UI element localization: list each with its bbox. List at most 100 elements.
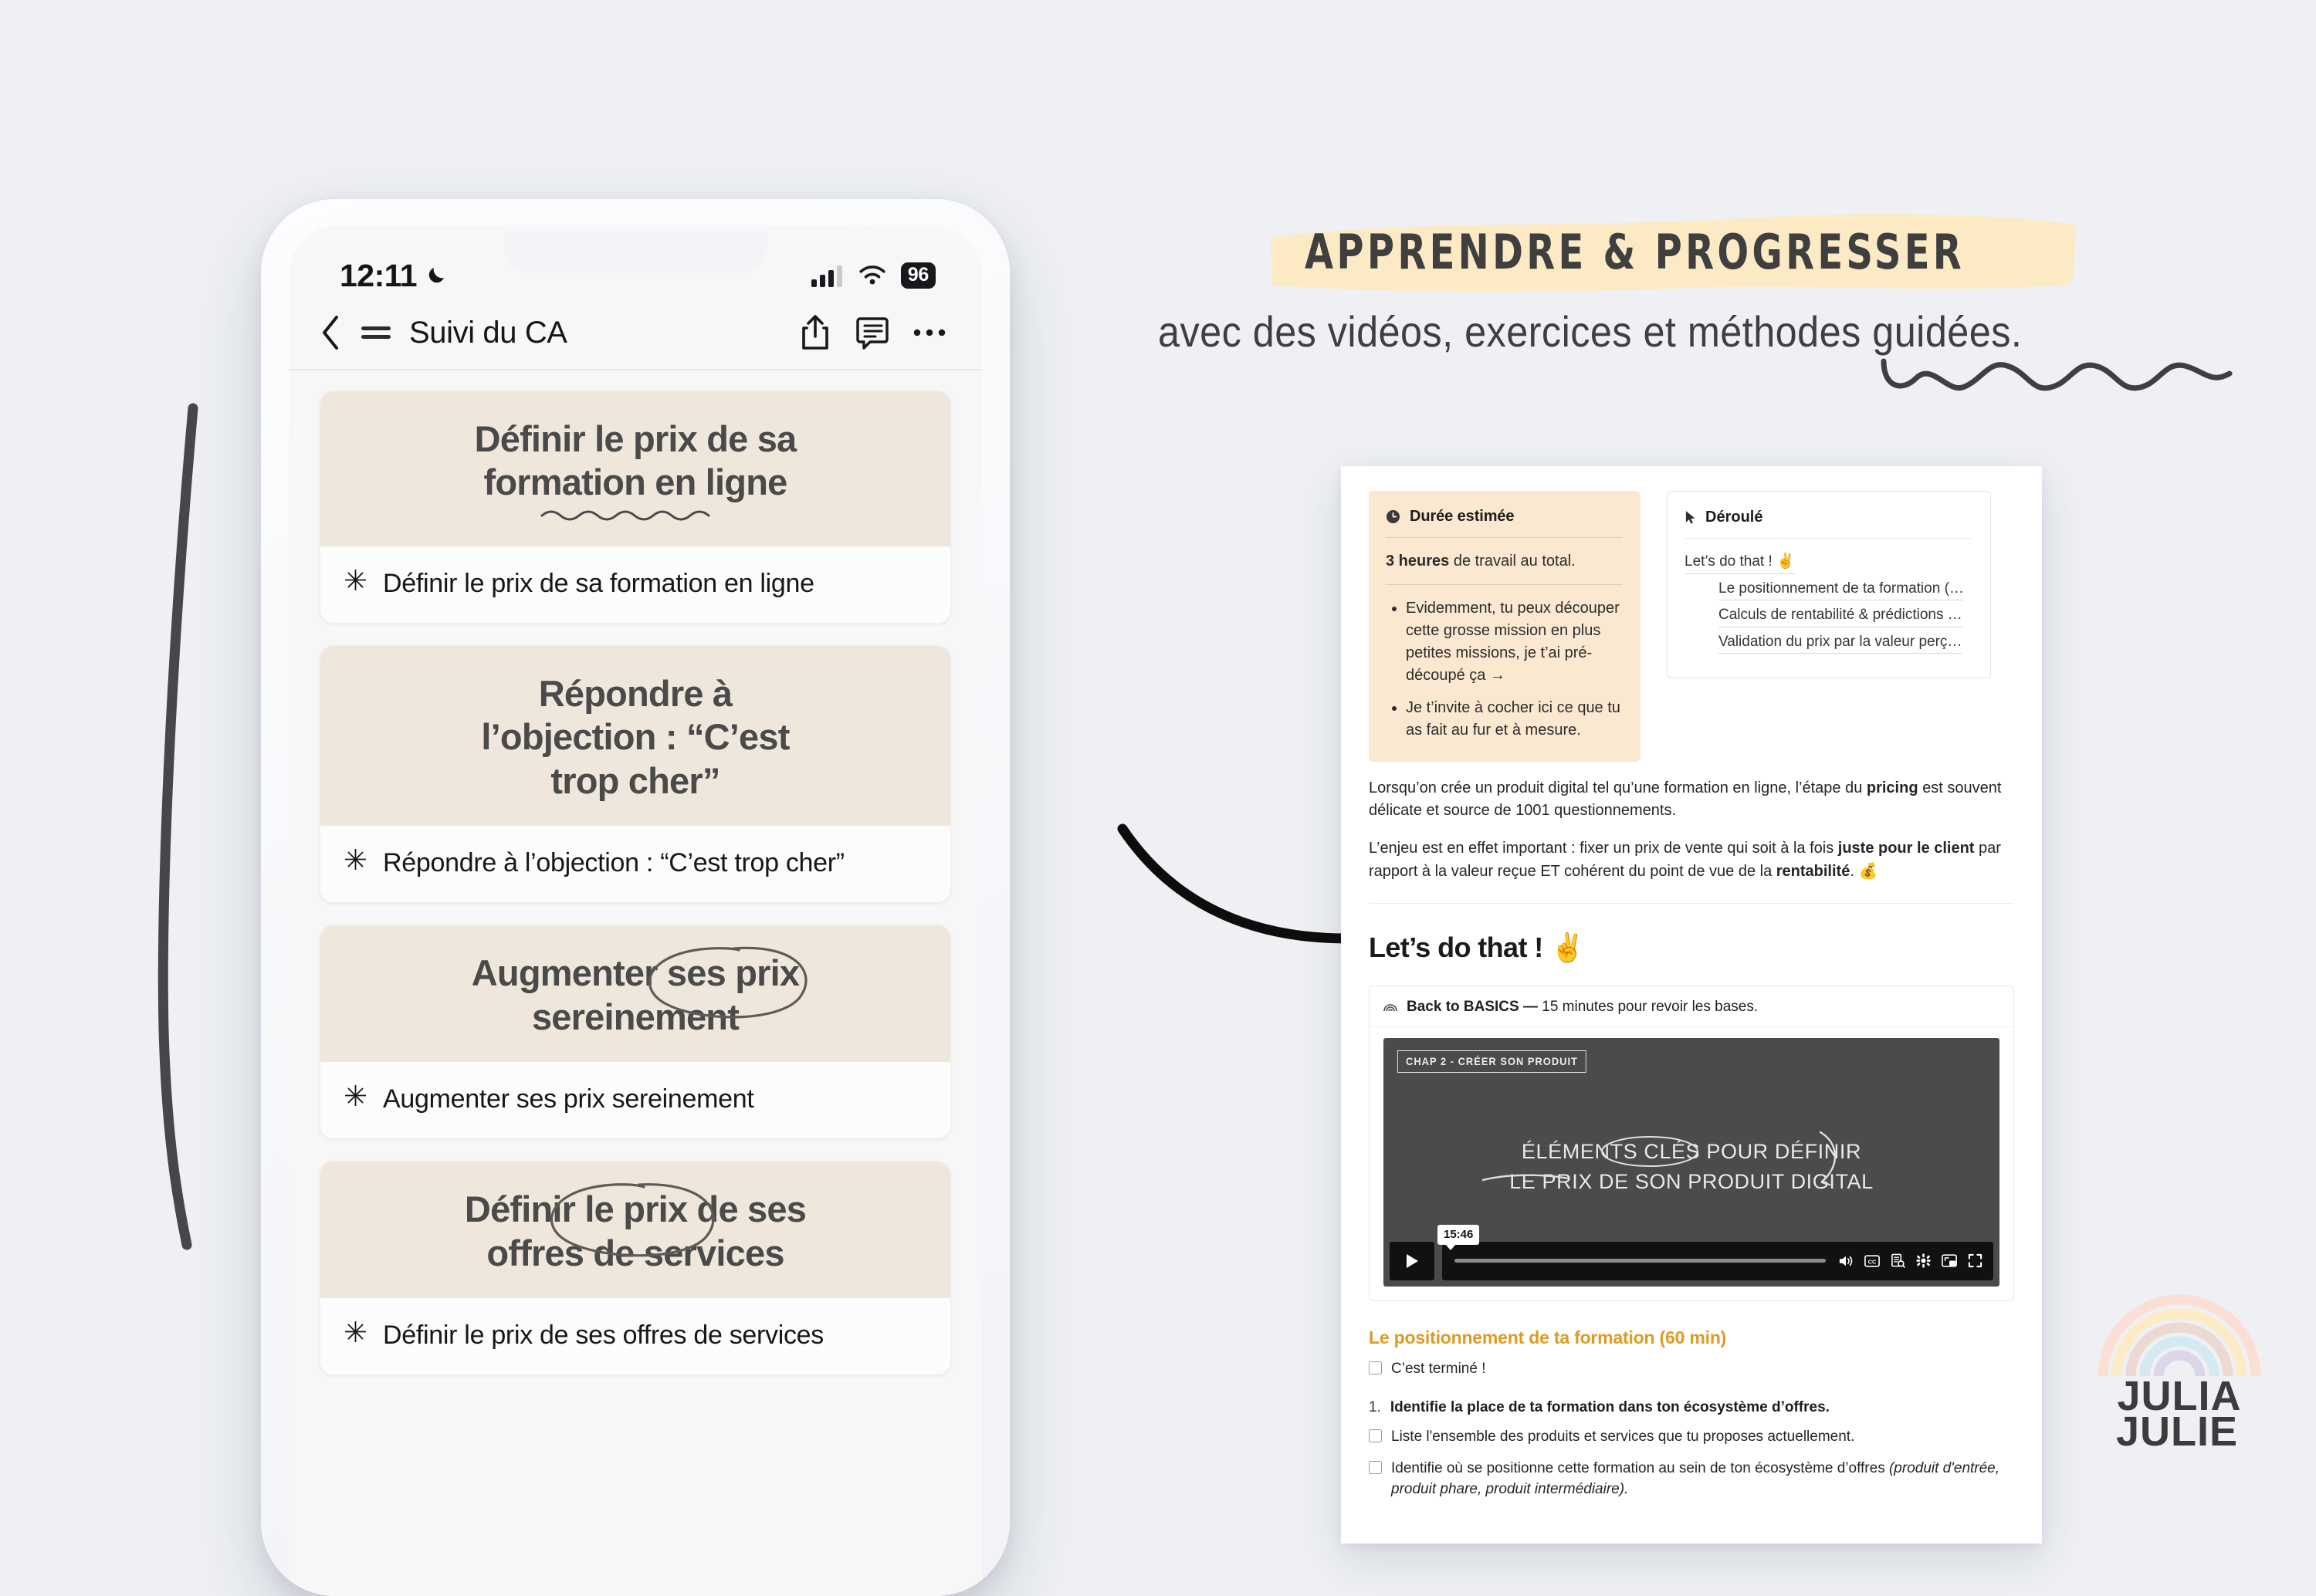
paragraph-text: . 💰 [1850,862,1878,880]
brand-logo: JULIA JULIE [2091,1285,2268,1453]
rainbow-icon [2098,1294,2261,1377]
toc-link[interactable]: Le positionnement de ta formation (… [1718,578,1964,600]
card-cover: Répondre à l’objection : “C’est trop che… [320,646,950,827]
card-row-label: Définir le prix de sa formation en ligne [383,568,814,598]
transcript-icon[interactable] [1891,1253,1905,1269]
outline-toc: Let’s do that ! ✌️ Le positionnement de … [1685,551,1972,658]
cover-line: sereinement [531,996,740,1037]
card-cover: Définir le prix de sa formation en ligne [320,391,950,546]
card-row-label: Augmenter ses prix sereinement [383,1084,754,1114]
course-card[interactable]: Définir le prix de sa formation en ligne… [320,391,951,624]
duration-callout-header: Durée estimée [1386,508,1622,526]
lesson-document-panel: Durée estimée 3 heures de travail au tot… [1341,466,2042,1544]
step-number: 1. [1369,1399,1381,1416]
toc-link[interactable]: Let’s do that ! ✌️ [1685,551,1795,574]
course-card[interactable]: Répondre à l’objection : “C’est trop che… [320,645,951,904]
cover-line: trop cher” [550,759,720,801]
checkbox-row[interactable]: C’est terminé ! [1369,1358,2014,1380]
video-control-icons: CC [1838,1253,1982,1269]
headline-badge-wrap: APPRENDRE & PROGRESSER [1271,214,2077,292]
video-scrubber[interactable] [1454,1259,1826,1263]
settings-gear-icon[interactable] [1916,1253,1931,1268]
checkbox[interactable] [1369,1460,1382,1474]
callout-row: Durée estimée 3 heures de travail au tot… [1369,491,2014,762]
course-card[interactable]: Augmenter ses prix sereinement ✳ Augment… [320,925,951,1140]
play-button[interactable] [1390,1241,1434,1280]
duration-summary: 3 heures de travail au total. [1386,550,1622,573]
card-row-label: Répondre à l’objection : “C’est trop che… [383,848,845,878]
card-cover-title: Augmenter ses prix sereinement [472,947,808,1039]
duration-callout-title: Durée estimée [1410,508,1515,525]
card-cover-title: Définir le prix de ses offres de service… [464,1183,807,1275]
cover-line: Répondre à [538,673,733,714]
share-icon[interactable] [798,313,832,352]
video-player[interactable]: CHAP 2 - CRÉER SON PRODUIT ÉLÉMENTS CLÉS… [1383,1037,1999,1287]
divider [1386,537,1622,538]
hamburger-menu-icon[interactable] [360,321,392,344]
card-row[interactable]: ✳ Définir le prix de sa formation en lig… [320,546,950,623]
phone-body: 12:11 96 Suivi du CA Définir le prix de … [261,199,1010,1596]
svg-text:CC: CC [1868,1258,1877,1265]
checkbox[interactable] [1369,1361,1382,1375]
fullscreen-icon[interactable] [1968,1253,1982,1268]
cover-line: formation en ligne [483,462,788,503]
course-card[interactable]: Définir le prix de ses offres de service… [320,1161,951,1376]
card-row[interactable]: ✳ Définir le prix de ses offres de servi… [320,1298,950,1375]
duration-suffix: de travail au total. [1449,553,1576,570]
checkbox-label: C’est terminé ! [1391,1360,1486,1377]
paragraph-text: L’enjeu est en effet important : fixer u… [1369,840,1838,857]
asterisk-icon: ✳ [344,844,368,877]
more-options-icon[interactable] [913,326,946,340]
card-row[interactable]: ✳ Répondre à l’objection : “C’est trop c… [320,826,950,903]
asterisk-icon: ✳ [344,564,368,597]
card-row[interactable]: ✳ Augmenter ses prix sereinement [320,1062,950,1139]
toc-link[interactable]: Validation du prix par la valeur perç… [1718,631,1962,654]
section-heading: Let’s do that ! ✌️ [1369,931,1585,963]
outline-callout-header: Déroulé [1685,509,1972,526]
phone-screen: 12:11 96 Suivi du CA Définir le prix de … [289,225,982,1596]
logo-wordmark: JULIA JULIE [2091,1375,2268,1453]
clock-icon [1386,509,1400,524]
video-card-header: Back to BASICS — 15 minutes pour revoir … [1370,986,2013,1027]
moon-icon [428,268,445,283]
bracket-line [157,403,198,1250]
outline-callout: Déroulé Let’s do that ! ✌️ Le positionne… [1667,491,1991,678]
checkbox-row[interactable]: Liste l'ensemble des produits et service… [1369,1426,2014,1448]
play-icon [1407,1253,1418,1268]
squiggle-underline-icon [540,510,710,521]
volume-icon[interactable] [1838,1254,1854,1268]
asterisk-icon: ✳ [344,1317,368,1349]
paragraph-text: Lorsqu’on crée un produit digital tel qu… [1369,779,1867,796]
video-header-rest: 15 minutes pour revoir les bases. [1537,998,1759,1015]
video-title-line2: LE PRIX DE SON PRODUIT DIGITAL [1509,1169,1874,1193]
checkbox-row[interactable]: Identifie où se positionne cette formati… [1369,1458,2014,1500]
battery-indicator: 96 [900,262,936,289]
paragraph-bold: rentabilité [1776,862,1850,880]
toc-link[interactable]: Calculs de rentabilité & prédictions … [1718,604,1962,627]
paragraph-bold: pricing [1866,779,1918,796]
ordered-step: 1. Identifie la place de ta formation da… [1369,1399,2014,1416]
rainbow-icon [1383,1004,1397,1012]
status-time-group: 12:11 [340,258,448,294]
cursor-arrow-icon [1685,511,1695,524]
comment-icon[interactable] [855,314,889,351]
picture-in-picture-icon[interactable] [1942,1254,1957,1267]
squiggle-underline-icon [1881,358,2233,391]
video-title-overlay: ÉLÉMENTS CLÉS POUR DÉFINIR LE PRIX DE SO… [1383,1137,1999,1197]
checkbox[interactable] [1369,1429,1382,1443]
closed-captions-icon[interactable]: CC [1864,1255,1880,1267]
chevron-left-icon[interactable] [320,314,343,351]
divider [1369,902,2014,904]
video-time-tooltip: 15:46 [1437,1224,1480,1250]
video-card: Back to BASICS — 15 minutes pour revoir … [1369,985,2014,1301]
cover-line: Définir le prix de ses [464,1189,807,1230]
card-cover-title: Répondre à l’objection : “C’est trop che… [481,672,790,803]
headline-block: APPRENDRE & PROGRESSER avec des vidéos, … [1158,214,2254,391]
video-controls-bar: CC [1442,1241,1993,1280]
duration-value: 3 heures [1386,553,1450,570]
app-nav-bar: Suivi du CA [289,306,982,370]
card-cover: Définir le prix de ses offres de service… [320,1161,950,1299]
intro-paragraph-1: Lorsqu’on crée un produit digital tel qu… [1369,777,2014,822]
course-card-list: Définir le prix de sa formation en ligne… [289,370,982,1376]
video-chapter-chip: CHAP 2 - CRÉER SON PRODUIT [1397,1050,1586,1073]
